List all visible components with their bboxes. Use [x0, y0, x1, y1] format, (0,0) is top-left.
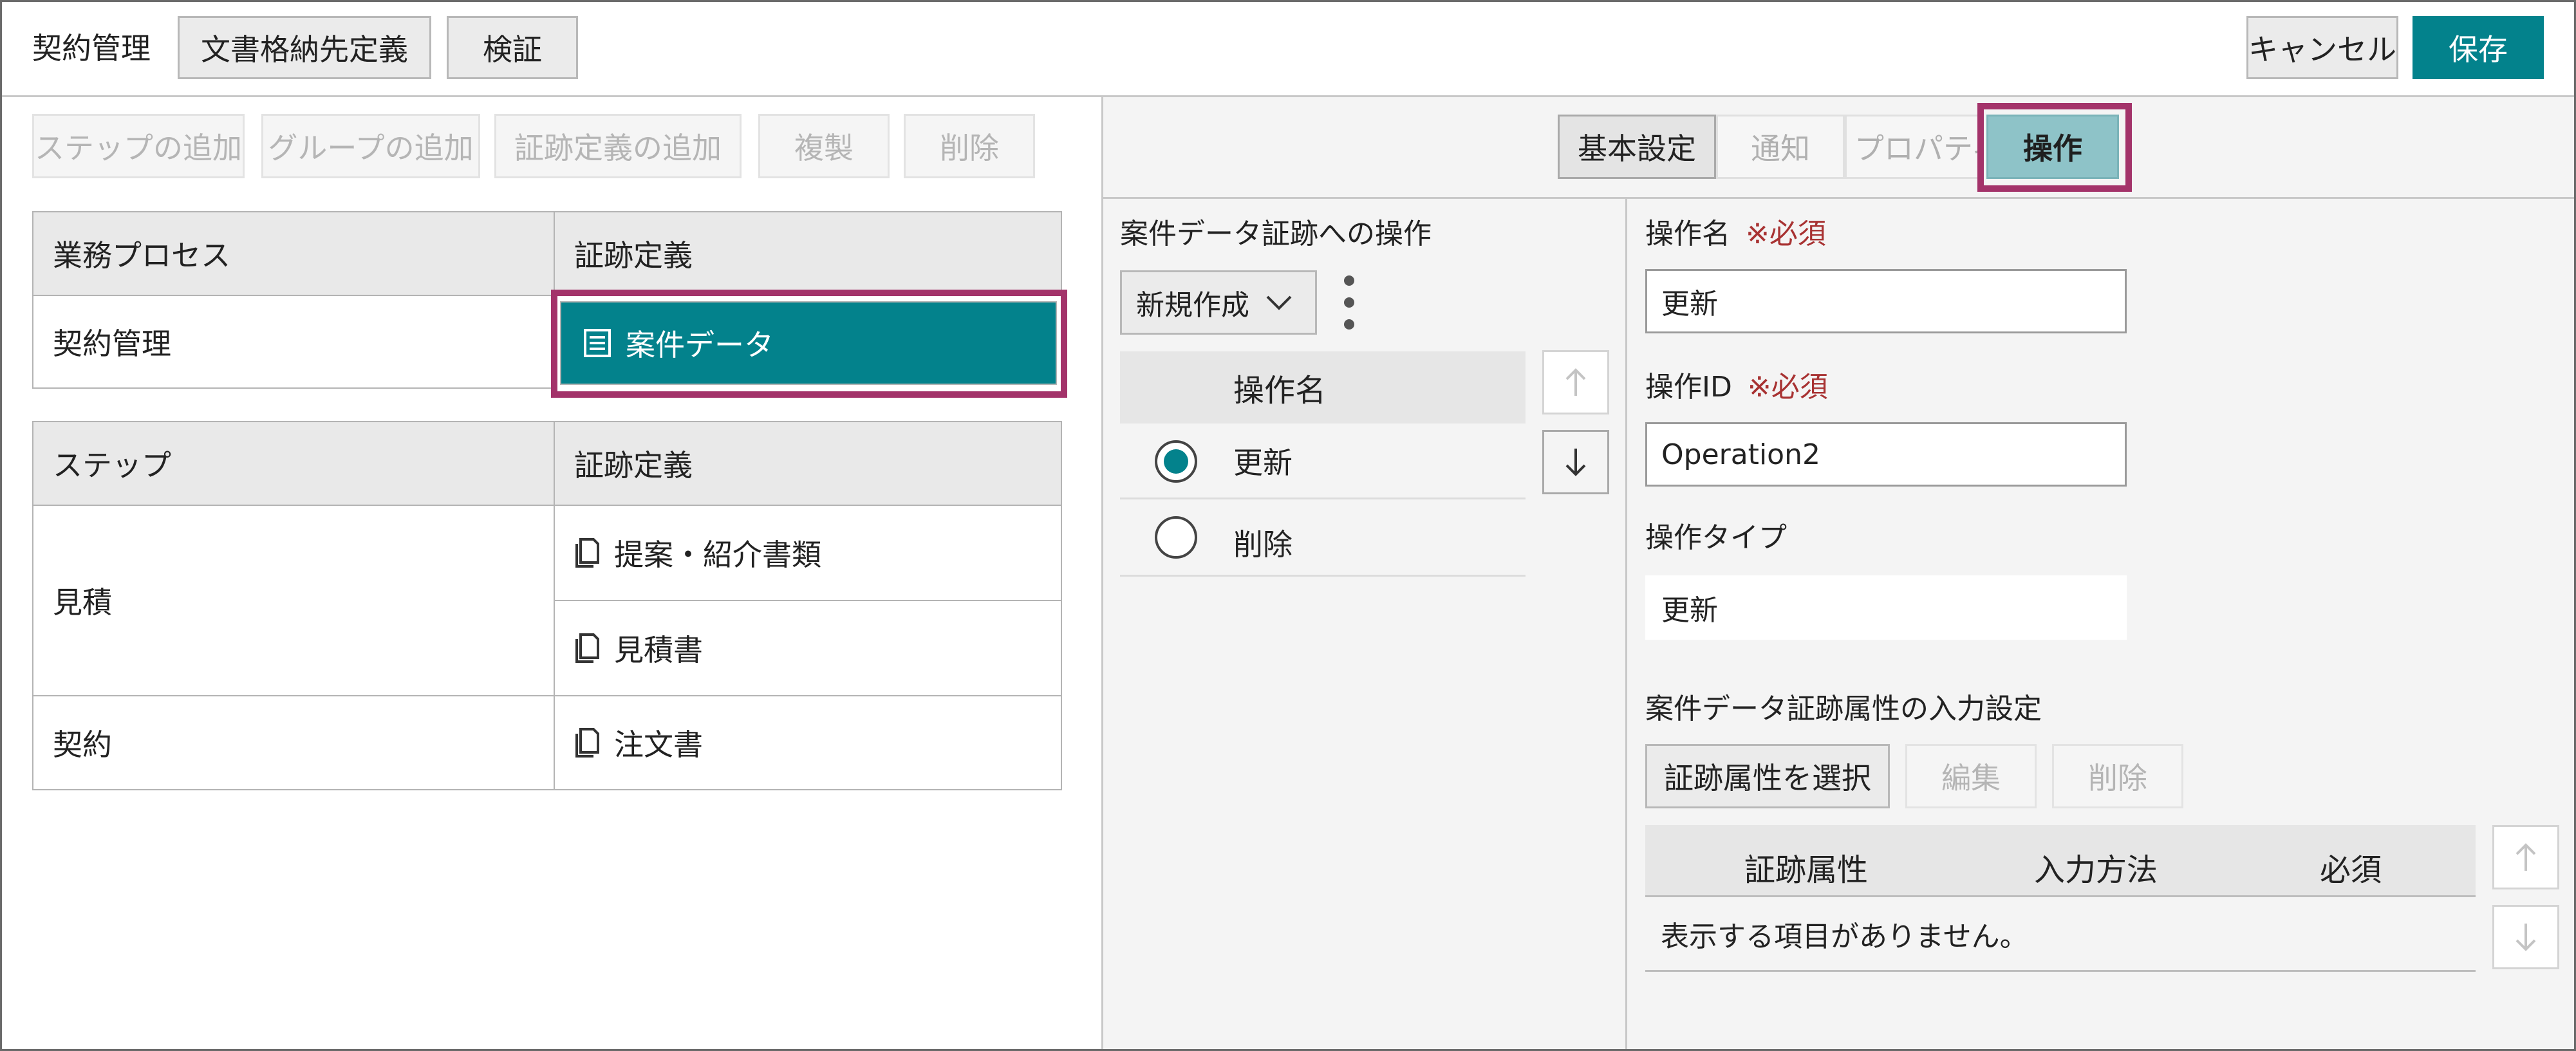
add-evidence-def-button[interactable]: 証跡定義の追加	[494, 114, 742, 178]
tab-basic[interactable]: 基本設定	[1558, 115, 1716, 179]
add-step-button[interactable]: ステップの追加	[32, 114, 245, 178]
process-name-cell: 契約管理	[32, 295, 555, 389]
list-item-label: 更新	[1233, 445, 1293, 480]
attr-table-header: 証跡属性 入力方法 必須	[1645, 825, 2476, 897]
attr-table-empty-row: 表示する項目がありません。	[1645, 897, 2476, 972]
op-name-label: 操作名 ※必須	[1645, 220, 1826, 248]
save-button[interactable]: 保存	[2413, 16, 2544, 79]
edit-button[interactable]: 編集	[1905, 744, 2037, 808]
selection-highlight-evidence	[551, 290, 1067, 398]
required-mark: ※必須	[1746, 218, 1826, 250]
evidence-label: 見積書	[614, 633, 703, 667]
op-type-label: 操作タイプ	[1645, 521, 1787, 554]
page-title: 契約管理	[32, 31, 151, 66]
op-id-label: 操作ID ※必須	[1645, 373, 1828, 402]
operations-panel-title: 案件データ証跡への操作	[1120, 218, 1432, 250]
empty-message: 表示する項目がありません。	[1661, 920, 2028, 953]
add-group-button[interactable]: グループの追加	[261, 114, 480, 178]
steps-table-header-step: ステップ	[32, 421, 555, 506]
delete-button[interactable]: 削除	[904, 114, 1035, 178]
step-cell-estimate[interactable]: 見積	[32, 505, 555, 696]
op-name-field[interactable]: 更新	[1645, 269, 2127, 333]
new-dropdown-label: 新規作成	[1136, 289, 1249, 322]
attr-col-input-method: 入力方法	[2034, 852, 2158, 888]
tab-notify[interactable]: 通知	[1716, 115, 1845, 179]
operations-list-header-label: 操作名	[1233, 373, 1327, 409]
operations-list-header: 操作名	[1120, 351, 1526, 423]
process-table-header-process: 業務プロセス	[32, 211, 555, 296]
attr-section-label: 案件データ証跡属性の入力設定	[1645, 693, 2042, 725]
op-type-value: 更新	[1645, 575, 2127, 640]
move-up-button[interactable]	[1542, 350, 1609, 414]
attr-move-down-button[interactable]	[2492, 905, 2559, 969]
list-item[interactable]: 更新	[1120, 423, 1526, 499]
step-cell-contract[interactable]: 契約	[32, 695, 555, 790]
tabs-divider	[1103, 197, 2574, 199]
arrow-up-icon	[1565, 368, 1586, 396]
radio-unselected[interactable]	[1155, 516, 1197, 559]
attr-col-required: 必須	[2320, 852, 2382, 888]
duplicate-button[interactable]: 複製	[758, 114, 890, 178]
evidence-cell-proposal[interactable]: 提案・紹介書類	[554, 505, 1062, 601]
document-icon	[574, 537, 600, 568]
evidence-label: 注文書	[614, 727, 703, 762]
delete-attribute-button[interactable]: 削除	[2052, 744, 2183, 808]
chevron-down-icon	[1265, 294, 1293, 311]
cancel-button[interactable]: キャンセル	[2246, 16, 2398, 79]
selection-highlight-tab	[1977, 103, 2132, 192]
op-id-label-text: 操作ID	[1645, 371, 1732, 404]
process-table-header-evidence: 証跡定義	[554, 211, 1062, 296]
more-options-icon[interactable]	[1336, 270, 1362, 335]
ops-detail-divider	[1625, 199, 1627, 1049]
evidence-label: 提案・紹介書類	[614, 537, 821, 572]
list-item[interactable]: 削除	[1120, 499, 1526, 577]
select-attribute-button[interactable]: 証跡属性を選択	[1645, 744, 1890, 808]
attr-move-up-button[interactable]	[2492, 825, 2559, 889]
list-item-label: 削除	[1233, 527, 1293, 562]
tab-property[interactable]: プロパティ	[1845, 115, 1983, 179]
new-dropdown[interactable]: 新規作成	[1120, 270, 1317, 335]
required-mark: ※必須	[1747, 371, 1828, 404]
document-icon	[574, 727, 600, 758]
document-icon	[574, 633, 600, 664]
op-id-field[interactable]: Operation2	[1645, 422, 2127, 487]
move-down-button[interactable]	[1542, 430, 1609, 494]
op-name-label-text: 操作名	[1645, 218, 1730, 250]
evidence-cell-estimate-doc[interactable]: 見積書	[554, 600, 1062, 696]
arrow-up-icon	[2515, 843, 2536, 871]
evidence-cell-order[interactable]: 注文書	[554, 695, 1062, 790]
left-right-divider	[1101, 97, 1103, 1049]
attr-col-attribute: 証跡属性	[1744, 852, 1869, 888]
radio-selected[interactable]	[1155, 440, 1197, 483]
doc-storage-button[interactable]: 文書格納先定義	[178, 16, 431, 79]
steps-table-header-evidence: 証跡定義	[554, 421, 1062, 506]
verify-button[interactable]: 検証	[447, 16, 578, 79]
arrow-down-icon	[2515, 924, 2536, 951]
arrow-down-icon	[1565, 449, 1586, 476]
